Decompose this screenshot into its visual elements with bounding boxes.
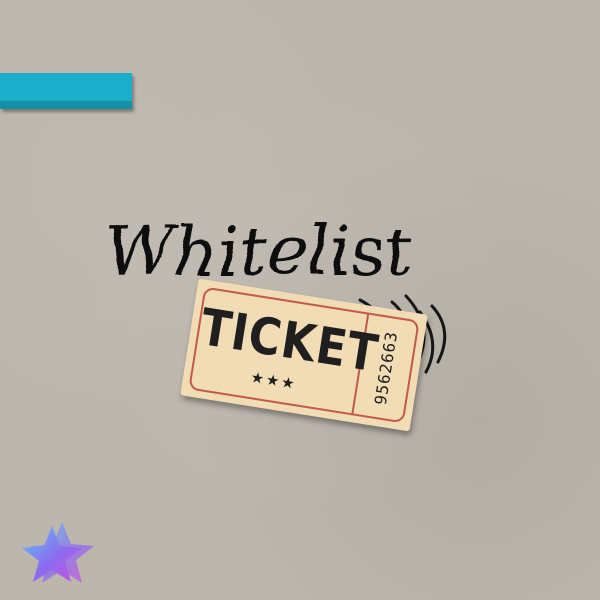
star-logo-svg bbox=[22, 522, 94, 583]
title-text: Whitelist bbox=[104, 213, 413, 292]
ticket-serial-number: 9562663 bbox=[370, 329, 402, 407]
accent-bar-shadow bbox=[0, 101, 132, 109]
accent-bar bbox=[0, 73, 132, 109]
star-logo-icon bbox=[22, 520, 94, 586]
artwork-canvas: Whitelist TICKET ★★★ 9562663 bbox=[0, 0, 600, 600]
